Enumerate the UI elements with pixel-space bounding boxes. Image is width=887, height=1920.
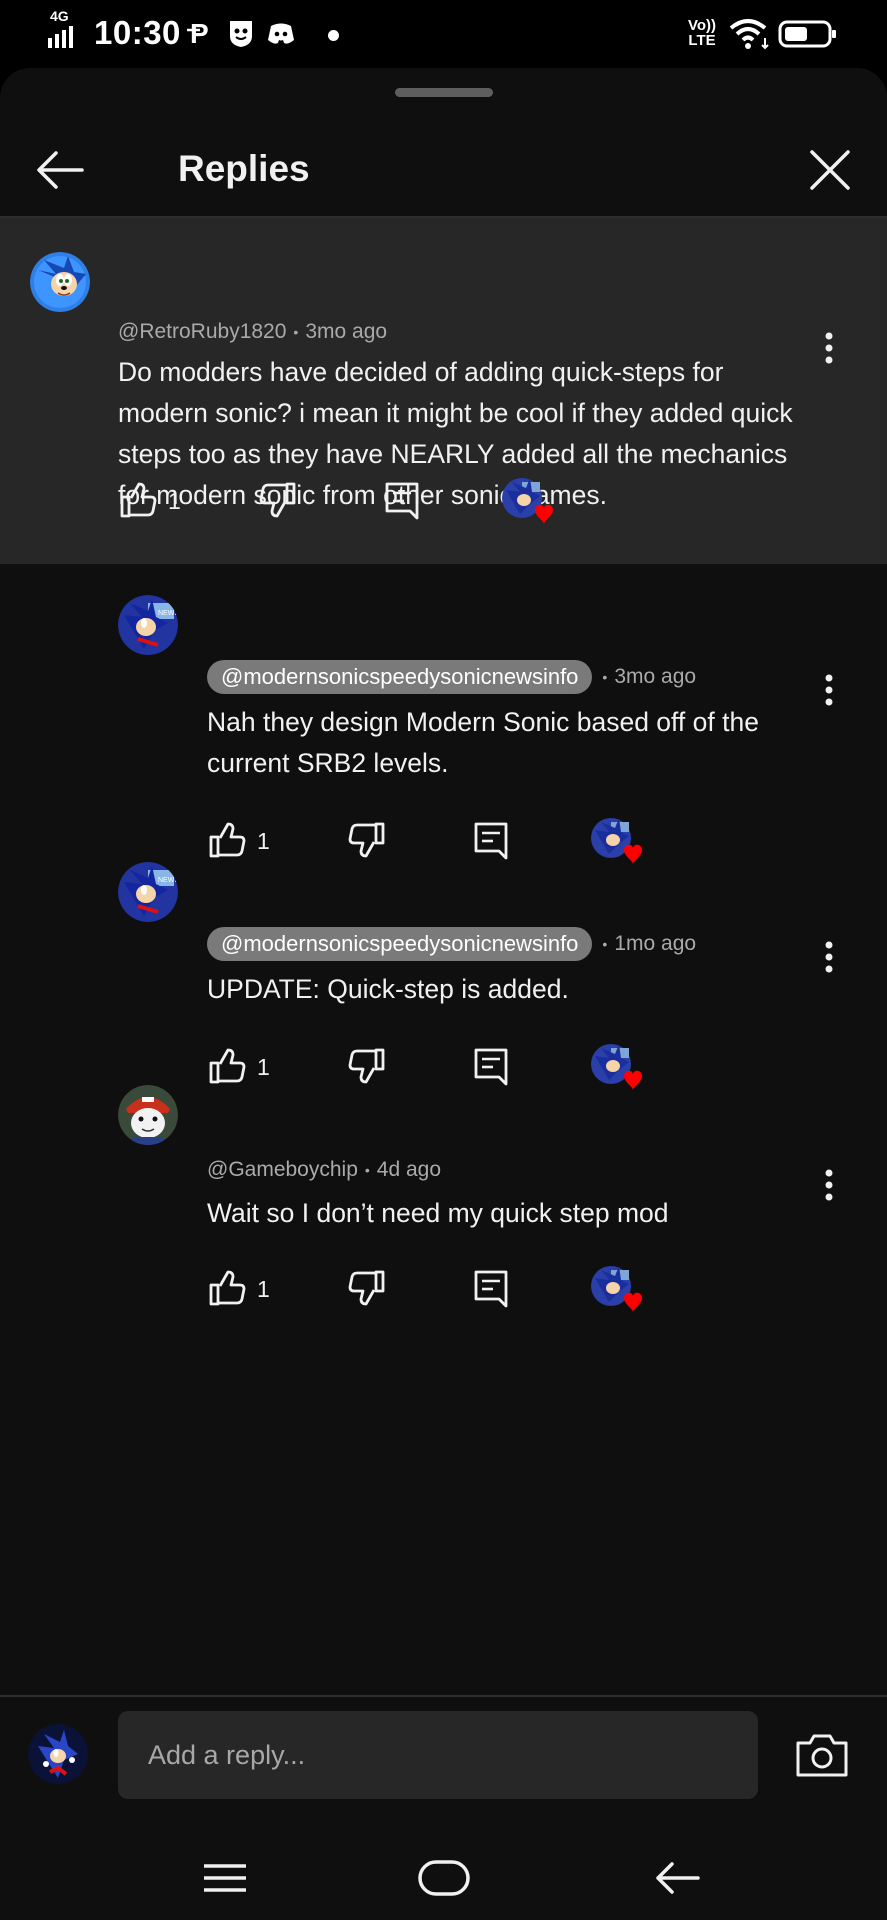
like-icon[interactable] <box>207 1268 247 1308</box>
back-arrow-icon[interactable] <box>30 140 90 200</box>
camera-icon[interactable] <box>794 1731 850 1779</box>
creator-heart-icon <box>591 1044 642 1090</box>
comment-meta: @RetroRuby1820 • 3mo ago <box>118 320 387 344</box>
comment-age: 4d ago <box>376 1158 442 1181</box>
comment-age: 3mo ago <box>614 665 697 688</box>
volte-indicator: Vo)) LTE <box>688 18 716 48</box>
like-icon[interactable] <box>118 480 158 520</box>
svg-text:NEWS: NEWS <box>158 610 178 617</box>
close-icon[interactable] <box>800 140 860 200</box>
reply-icon[interactable] <box>471 1268 511 1310</box>
user-avatar <box>28 1724 88 1784</box>
comment-actions: 1 <box>118 478 568 530</box>
replies-sheet: Replies @RetroRuby1820 • 3mo ago Do modd… <box>0 68 887 1920</box>
comment-meta: @modernsonicspeedysonicnewsinfo • 3mo ag… <box>207 660 696 694</box>
creator-handle-pill[interactable]: @modernsonicspeedysonicnewsinfo <box>207 927 593 961</box>
avatar[interactable]: NEWS <box>118 595 178 655</box>
svg-text:NEWS: NEWS <box>158 877 178 884</box>
comment-author[interactable]: @Gameboychip <box>207 1158 358 1182</box>
shield-app-icon <box>230 21 252 47</box>
like-icon[interactable] <box>207 820 247 860</box>
signal-icon <box>48 26 73 48</box>
meta-separator: • <box>364 1162 370 1178</box>
status-bar: 4G 10:30 P Vo)) LTE <box>0 0 887 68</box>
meta-separator: • <box>293 324 299 340</box>
comment-meta: @Gameboychip • 4d ago <box>207 1158 441 1182</box>
drag-handle[interactable] <box>395 88 493 97</box>
comment-actions: 1 <box>207 1044 657 1096</box>
like-count: 1 <box>168 488 181 514</box>
wifi-icon <box>729 19 769 50</box>
dislike-icon[interactable] <box>258 480 298 520</box>
like-count: 1 <box>257 828 270 854</box>
page-title: Replies <box>178 148 310 189</box>
avatar[interactable]: NEWS <box>118 862 178 922</box>
meta-separator: • <box>602 936 608 952</box>
like-count: 1 <box>257 1054 270 1080</box>
comment-actions: 1 <box>207 1266 657 1318</box>
dislike-icon[interactable] <box>347 1046 387 1086</box>
reply-composer <box>0 1697 887 1852</box>
menu-icon[interactable] <box>198 1852 288 1912</box>
avatar[interactable] <box>118 1085 178 1145</box>
like-icon[interactable] <box>207 1046 247 1086</box>
avatar[interactable] <box>30 252 90 312</box>
comment-meta: @modernsonicspeedysonicnewsinfo • 1mo ag… <box>207 927 696 961</box>
system-nav-bar <box>0 1852 887 1920</box>
reply-icon[interactable] <box>471 820 511 862</box>
battery-icon <box>778 20 836 48</box>
creator-heart-icon <box>502 478 553 524</box>
comment-age: 3mo ago <box>305 320 388 343</box>
notification-dot <box>328 30 339 41</box>
comment-text: Nah they design Modern Sonic based off o… <box>207 707 759 778</box>
comment-age: 1mo ago <box>614 932 697 955</box>
comment-text: UPDATE: Quick-step is added. <box>207 974 569 1004</box>
svg-text:P: P <box>190 18 209 48</box>
comment-text: Wait so I don’t need my quick step mod <box>207 1198 669 1228</box>
reply-icon[interactable] <box>471 1046 511 1088</box>
volte-bottom: LTE <box>688 32 716 49</box>
sheet-header: Replies <box>0 126 887 218</box>
parent-comment: @RetroRuby1820 • 3mo ago Do modders have… <box>0 218 887 564</box>
creator-heart-icon <box>591 1266 642 1312</box>
like-count: 1 <box>257 1276 270 1302</box>
back-icon[interactable] <box>652 1852 742 1912</box>
meta-separator: • <box>602 669 608 685</box>
discord-icon <box>268 23 294 44</box>
reply-icon[interactable] <box>382 480 422 522</box>
status-time: 10:30 <box>94 14 181 51</box>
more-options-icon[interactable] <box>814 328 844 368</box>
reply-input[interactable] <box>118 1711 758 1799</box>
home-icon[interactable] <box>414 1852 504 1912</box>
comment-actions: 1 <box>207 818 657 870</box>
creator-handle-pill[interactable]: @modernsonicspeedysonicnewsinfo <box>207 660 593 694</box>
volte-top: Vo)) <box>688 17 717 34</box>
creator-heart-icon <box>591 818 642 864</box>
comment-author[interactable]: @RetroRuby1820 <box>118 320 286 344</box>
dislike-icon[interactable] <box>347 1268 387 1308</box>
paytm-icon: P <box>187 18 209 48</box>
dislike-icon[interactable] <box>347 820 387 860</box>
